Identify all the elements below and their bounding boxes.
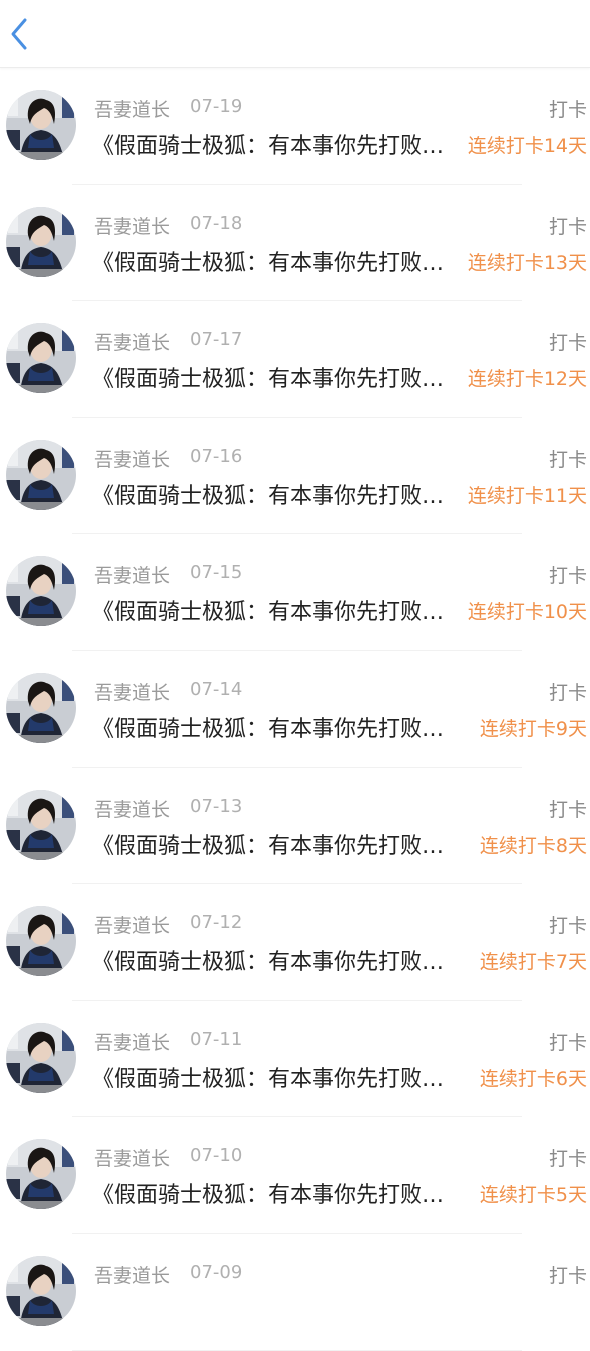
list-item[interactable]: 吾妻道长 07-15 打卡 《假面骑士极狐：有本事你先打败… 连续打卡10天 (0, 534, 590, 651)
author-name: 吾妻道长 (94, 565, 171, 588)
streak-badge: 连续打卡14天 (467, 135, 587, 157)
post-title[interactable]: 《假面骑士极狐：有本事你先打败… (92, 594, 452, 626)
streak-badge: 连续打卡7天 (479, 951, 587, 974)
avatar[interactable] (6, 439, 76, 510)
post-type-label: 打卡 (548, 565, 587, 588)
streak-badge: 连续打卡8天 (479, 834, 587, 857)
author-name: 吾妻道长 (94, 1031, 171, 1054)
back-button[interactable] (4, 12, 34, 56)
author-name: 吾妻道长 (94, 215, 171, 238)
list-item[interactable]: 吾妻道长 07-16 打卡 《假面骑士极狐：有本事你先打败… 连续打卡11天 (0, 418, 590, 535)
post-date: 07-15 (190, 562, 243, 584)
list-item[interactable]: 吾妻道长 07-18 打卡 《假面骑士极狐：有本事你先打败… 连续打卡13天 (0, 185, 590, 302)
avatar[interactable] (6, 206, 76, 277)
post-type-label: 打卡 (548, 798, 587, 821)
list-item[interactable]: 吾妻道长 07-14 打卡 《假面骑士极狐：有本事你先打败… 连续打卡9天 (0, 651, 590, 768)
checkin-list: 吾妻道长 07-19 打卡 《假面骑士极狐：有本事你先打败… 连续打卡14天 吾… (0, 68, 590, 1351)
post-title[interactable]: 《假面骑士极狐：有本事你先打败… (92, 944, 452, 976)
list-item[interactable]: 吾妻道长 07-12 打卡 《假面骑士极狐：有本事你先打败… 连续打卡7天 (0, 884, 590, 1001)
list-item[interactable]: 吾妻道长 07-13 打卡 《假面骑士极狐：有本事你先打败… 连续打卡8天 (0, 768, 590, 885)
post-type-label: 打卡 (548, 1264, 587, 1287)
avatar[interactable] (6, 789, 76, 860)
author-name: 吾妻道长 (94, 798, 171, 821)
post-title[interactable]: 《假面骑士极狐：有本事你先打败… (92, 828, 452, 860)
avatar[interactable] (6, 90, 76, 160)
post-date: 07-18 (190, 212, 243, 234)
post-type-label: 打卡 (548, 1148, 587, 1171)
author-name: 吾妻道长 (94, 99, 171, 121)
author-name: 吾妻道长 (94, 448, 171, 471)
post-type-label: 打卡 (548, 681, 587, 704)
post-date: 07-11 (190, 1028, 243, 1050)
streak-badge: 连续打卡10天 (467, 601, 587, 624)
list-item[interactable]: 吾妻道长 07-19 打卡 《假面骑士极狐：有本事你先打败… 连续打卡14天 (0, 68, 590, 185)
streak-badge: 连续打卡9天 (479, 717, 587, 740)
post-title[interactable]: 《假面骑士极狐：有本事你先打败… (92, 245, 452, 277)
post-type-label: 打卡 (548, 215, 587, 238)
post-date: 07-17 (190, 329, 243, 351)
chevron-left-icon (11, 18, 27, 50)
avatar[interactable] (6, 1139, 76, 1210)
streak-badge: 连续打卡12天 (467, 368, 587, 391)
post-date: 07-14 (190, 678, 243, 700)
post-date: 07-19 (190, 96, 243, 117)
divider (72, 1349, 522, 1351)
list-item[interactable]: 吾妻道长 07-10 打卡 《假面骑士极狐：有本事你先打败… 连续打卡5天 (0, 1117, 590, 1234)
top-bar (0, 0, 590, 68)
post-title[interactable]: 《假面骑士极狐：有本事你先打败… (92, 1061, 452, 1093)
post-title[interactable]: 《假面骑士极狐：有本事你先打败… (92, 711, 452, 743)
avatar[interactable] (6, 1022, 76, 1093)
author-name: 吾妻道长 (94, 915, 171, 938)
author-name: 吾妻道长 (94, 1264, 171, 1287)
post-type-label: 打卡 (548, 1031, 587, 1054)
post-type-label: 打卡 (548, 332, 587, 355)
post-type-label: 打卡 (548, 915, 587, 938)
author-name: 吾妻道长 (94, 1148, 171, 1171)
author-name: 吾妻道长 (94, 681, 171, 704)
streak-badge: 连续打卡6天 (479, 1067, 587, 1090)
avatar[interactable] (6, 323, 76, 394)
streak-badge: 连续打卡13天 (467, 251, 587, 274)
list-item[interactable]: 吾妻道长 07-11 打卡 《假面骑士极狐：有本事你先打败… 连续打卡6天 (0, 1001, 590, 1118)
avatar[interactable] (6, 556, 76, 627)
avatar[interactable] (6, 672, 76, 743)
post-date: 07-16 (190, 445, 243, 467)
post-title[interactable]: 《假面骑士极狐：有本事你先打败… (92, 128, 452, 160)
post-title[interactable]: 《假面骑士极狐：有本事你先打败… (92, 478, 452, 510)
post-type-label: 打卡 (548, 99, 587, 121)
author-name: 吾妻道长 (94, 332, 171, 355)
list-item[interactable]: 吾妻道长 07-17 打卡 《假面骑士极狐：有本事你先打败… 连续打卡12天 (0, 301, 590, 418)
avatar[interactable] (6, 1255, 76, 1326)
post-type-label: 打卡 (548, 448, 587, 471)
post-date: 07-13 (190, 795, 243, 817)
post-date: 07-12 (190, 912, 243, 934)
post-date: 07-10 (190, 1145, 243, 1167)
streak-badge: 连续打卡5天 (479, 1184, 587, 1207)
post-title[interactable]: 《假面骑士极狐：有本事你先打败… (92, 361, 452, 393)
post-title[interactable]: 《假面骑士极狐：有本事你先打败… (92, 1177, 452, 1209)
streak-badge: 连续打卡11天 (467, 484, 587, 507)
list-item[interactable]: 吾妻道长 07-09 打卡 (0, 1234, 590, 1351)
avatar[interactable] (6, 906, 76, 977)
